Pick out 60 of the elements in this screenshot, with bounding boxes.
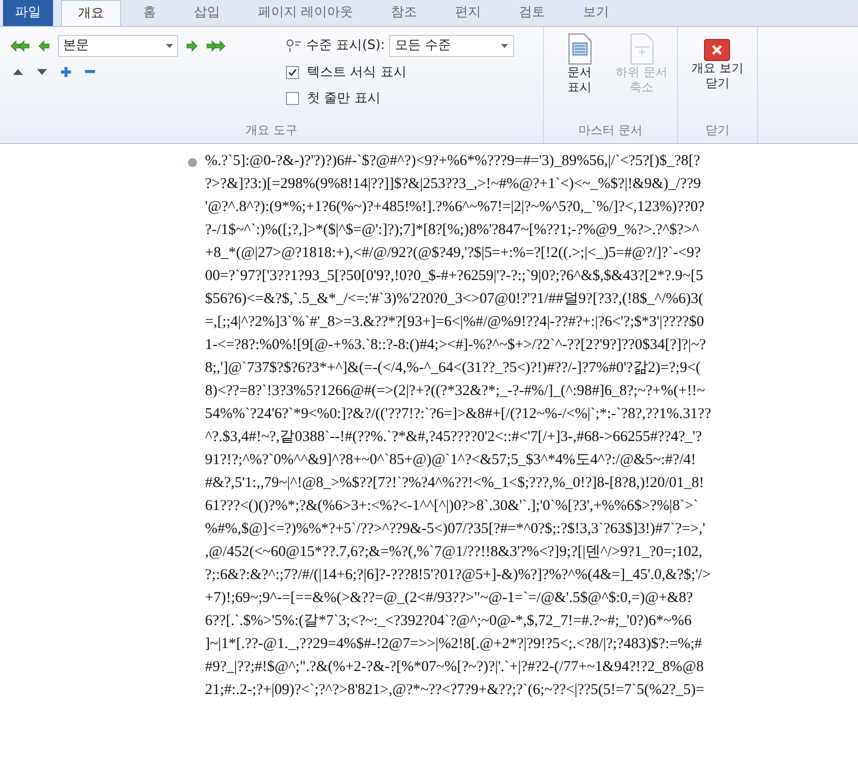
- caret-icon: [500, 44, 508, 48]
- up-triangle-icon[interactable]: [13, 69, 23, 75]
- ribbon-tab[interactable]: 개요: [61, 0, 121, 26]
- text-line: 00=?`97?['3??1?93_5[?50[0'9?,!0?0_$-#+?6259|'?-?:;`9|0?;?6^&$,$&43?[2*?.9~[5: [205, 267, 704, 286]
- ribbon-tab[interactable]: 보기: [567, 0, 626, 26]
- left-arrow-icon[interactable]: [38, 40, 50, 52]
- ribbon-button[interactable]: 문서 표시: [554, 33, 606, 121]
- text-line: %#%,$@]<=?)%%*?+5`/??>^??9&-5<)07/?35[?#=*^0?$;:?$!3,3`?63$]3!)#7`?=>,': [205, 520, 706, 539]
- document-icon: [630, 33, 654, 65]
- text-line: 8)<??=8?`!3?3%5?1266@#(=>(2|?+?((?*32&?*;_-?-#%/]_(^:98#]6_8?;~?+%(+!!~: [205, 382, 706, 401]
- ribbon-tab[interactable]: 편지: [439, 0, 498, 26]
- ribbon-tab[interactable]: 페이지 레이아웃: [242, 0, 370, 26]
- ribbon-tab[interactable]: 검토: [503, 0, 562, 26]
- text-line: ^?.$3,4#!~?,같0388`--!#(??%.`?*&#,?45????0'2<::#<'7[/+]3-,#68->66255#??4?_'?: [205, 428, 703, 447]
- close-outline-button[interactable]: 개요 보기 닫기: [692, 39, 744, 121]
- text-line: 6??[.`.$%>'5%:(갈*7`3;<?~:_<?392?04`?@^;~0@-*,$,72_7!=#.?~#;_'0?)6*~%6: [205, 612, 693, 631]
- checkbox[interactable]: [286, 66, 299, 80]
- level-dropdown[interactable]: 본문: [58, 35, 178, 57]
- text-line: 91?!?;^%?`0%^^&9]^?8+~0^`85+@)@`1^?<&57;5_$3^*4%도4^?:/@&5~:#?/4!: [205, 451, 697, 470]
- text-line: ?>?&]?3:)[=298%(9%8!14|??]]$?&|253??3_,>!~#%@?+1`<)<~_%$?|!&9&)_/??9: [205, 175, 702, 194]
- text-line: %.?`5]:@0-?&-)?'?)?)6#-`$?@#^?)<9?+%6*%???9=#='3)_89%56,|/`<?5?[)$_?8[?: [205, 152, 702, 171]
- double-right-arrow-icon[interactable]: [206, 40, 226, 52]
- show-level-dropdown[interactable]: 모든 수준: [388, 35, 514, 57]
- text-line: ,@/452(<~60@15*??.7,6?;&=%?(,%`7@1/??!!8&3'?%<?]9;?[|덴^/>9?1_?0=;102,: [205, 543, 704, 562]
- double-left-arrow-icon[interactable]: [10, 40, 30, 52]
- checkbox[interactable]: [286, 92, 299, 105]
- text-line: 8;,']@`737$?$?6?3*+^]&(=-(</4,%-^_64<(31??_?5<)?!)#??/-]?7%#0'?갊2)=?;9<(: [205, 359, 702, 378]
- group-label: 개요 도구: [244, 122, 298, 139]
- right-arrow-icon[interactable]: [186, 40, 198, 52]
- text-line: 1-<=?8?:%0%![9[@-+%3.`8::?-8:()#4;><#]-%?^~$+>/?2`^-??[2?'9?]??0$34[?]?|~?: [205, 336, 707, 355]
- text-line: 61???<()()?%*;?&(%6>3+:<%?<-1^^[^|)0?>8`.30&'`.];'0`%[?3',+%%6$>?%|8`>`: [205, 497, 700, 516]
- text-line: #9?_|??;#!$@^;".?&(%+2-?&-?[%*07~%[?~?)?|'.`+|?#?2-(/77+~1&94?!?2_8%@8: [205, 658, 705, 677]
- group-label: 마스터 문서: [578, 122, 644, 139]
- caret-icon: [166, 44, 173, 48]
- ribbon-tab[interactable]: 참조: [375, 0, 434, 26]
- text-line: '@?^.8^?):(9*%;+1?6(%~)?+485!%!].?%6^~%7!=|2|?~%^5?0,_`%/]?<,123%)??0?: [205, 198, 706, 217]
- text-line: ]~|1*[.??-@1._,??29=4%$#-!2@7=>>|%2!8[.@+2*?|?9!?5<;.<?8/|?;?483)$?:=%;#: [205, 635, 704, 654]
- text-line: +8_*(@|27>@?1818:+),<#/@/92?(@$?49,'?$|5=+:%=?[!2((.>;|<_)5=#@?/]?`-<9?: [205, 244, 702, 263]
- text-line: 54%%`?24'6?`*9<%0:]?&?/(('??7!?:`?6=]>&8#+[/(?12~%-/<%|`;*:-`?8?,??1%.31??: [205, 405, 712, 424]
- text-line: =,[;;4|^?2%]3`%`#'_8>=3.&??*?[93+]=6<|%#/@%9!??4|-??#?+:|?6<'?;$*3'|????$0: [205, 313, 705, 332]
- levels-icon: [286, 39, 302, 53]
- ribbon-tab[interactable]: 홈: [127, 0, 172, 26]
- text-line: 21;#:.2-;?+|09)?<`;?^?>8'821>,@?*~??<?7?9+&??;?`(6;~??<|??5(5!=7`5(%2?_5)=: [205, 681, 706, 700]
- text-line: $56?6)<=&?$,`.5_&*_/<=:'#`3)%'2?0?0_3<>07@0!?'?1/##덜9?[?3?,(!8$_^/%6)3(: [205, 290, 704, 309]
- plus-icon[interactable]: [61, 67, 71, 77]
- file-tab[interactable]: 파일: [3, 0, 53, 26]
- text-line: +7)!;69~;9^-=[==&%(>&??=@_(2<#/93??>"~@-1=`=/@&'.5$@^$:0,=)@+&8?: [205, 589, 694, 608]
- checkbox-label: 텍스트 서식 표시: [307, 64, 406, 82]
- checkbox-label: 첫 줄만 표시: [307, 90, 380, 108]
- close-icon: [704, 39, 730, 61]
- bullet-icon: [188, 158, 197, 167]
- text-line: #&?,5'1:,,79~|^!@8_>%$??[7?!`?%?4^%??!<%_1<$;???,%_0!?]8-[8?8,)!20/01_8!: [205, 474, 705, 493]
- document-icon: [568, 33, 592, 65]
- minus-icon[interactable]: [85, 70, 95, 74]
- text-line: ?-/1$~^`:)%([;?,]>*($|^$=@':]?);7]*[8?[%;)8%'?847~[%??1;-?%@9_%?>.?^$?>^: [205, 221, 700, 240]
- text-line: ?;:6&?:&?^:;7?/#/(|14+6;?|6]?-???8!5'?01?@5+]-&)%?]?%?^%(4&=]_45'.0,&?$;'/>: [205, 566, 712, 585]
- down-triangle-icon[interactable]: [37, 69, 47, 75]
- ribbon-tab[interactable]: 삽입: [178, 0, 236, 26]
- show-level-label: 수준 표시(S):: [306, 37, 385, 56]
- group-label: 닫기: [704, 122, 730, 139]
